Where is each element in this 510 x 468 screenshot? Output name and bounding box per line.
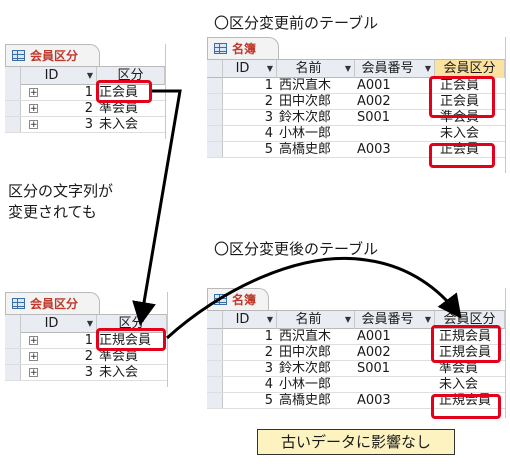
- propagation-arrow: [165, 257, 462, 340]
- change-arrow: [132, 89, 182, 326]
- arrows-overlay: [132, 89, 462, 340]
